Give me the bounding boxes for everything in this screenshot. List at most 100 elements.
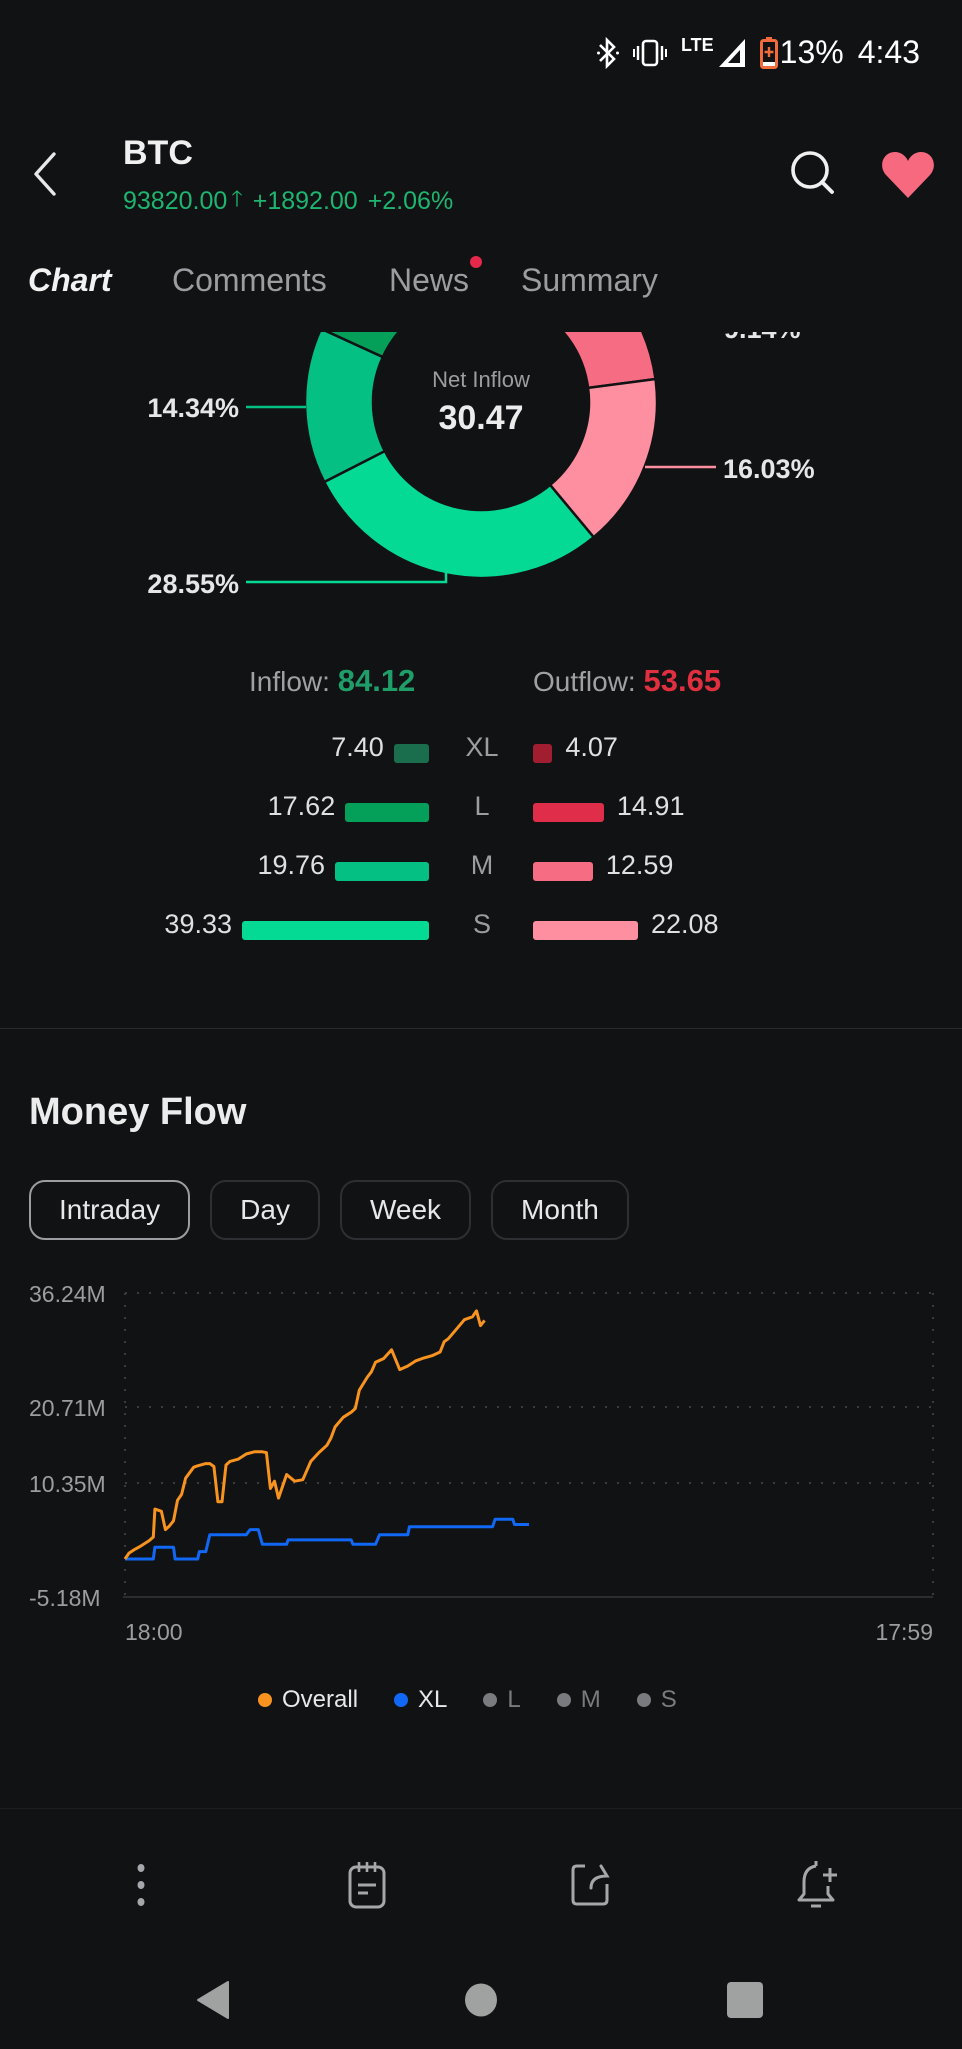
chart-legend: Overall XL L M S: [258, 1686, 713, 1714]
legend-l[interactable]: L: [483, 1686, 521, 1714]
tab-news[interactable]: News: [389, 256, 483, 299]
money-flow-chart: 36.24M 20.71M 10.35M -5.18M 18:00 17:59: [0, 1270, 962, 1650]
legend-label: Overall: [282, 1686, 359, 1713]
outflow-value: 53.65: [643, 663, 722, 698]
favorite-button[interactable]: [880, 150, 936, 200]
x-tick-label: 17:59: [875, 1619, 933, 1645]
size-row-m: 19.76 M 12.59: [0, 850, 962, 890]
donut-label-outflow-s: 16.03%: [723, 454, 815, 484]
outflow-total: Outflow: 53.65: [533, 663, 721, 699]
chevron-left-icon: [34, 152, 56, 196]
price-change: +1892.00: [252, 186, 358, 215]
outflow-bar: [533, 862, 593, 881]
more-button[interactable]: [111, 1850, 171, 1920]
outflow-bar: [533, 803, 604, 822]
period-day[interactable]: Day: [210, 1180, 320, 1240]
battery-charging-icon: [759, 36, 778, 69]
period-month[interactable]: Month: [491, 1180, 629, 1240]
header: BTC 93820.00 🡑 +1892.00 +2.06%: [0, 128, 962, 228]
outflow-value: 12.59: [605, 850, 674, 880]
more-icon: [137, 1864, 145, 1906]
tab-chart[interactable]: Chart: [28, 262, 112, 310]
search-button[interactable]: [788, 148, 838, 198]
size-category: S: [472, 909, 491, 939]
legend-dot: [483, 1693, 498, 1707]
news-badge-dot: [470, 256, 483, 268]
clock: 4:43: [857, 34, 920, 70]
money-flow-plot: 36.24M 20.71M 10.35M -5.18M 18:00 17:59: [29, 1281, 934, 1645]
size-row-l: 17.62 L 14.91: [0, 791, 962, 831]
signal-icon: [718, 38, 745, 67]
legend-label: S: [660, 1686, 677, 1713]
tab-label: Comments: [172, 262, 327, 298]
legend-xl[interactable]: XL: [394, 1686, 447, 1714]
tab-comments[interactable]: Comments: [172, 262, 327, 299]
action-bar: [0, 1840, 962, 1940]
series-line-xl: [125, 1517, 529, 1561]
size-row-xl: 7.40 XL 4.07: [0, 732, 962, 772]
inflow-bar: [242, 921, 429, 940]
period-week[interactable]: Week: [339, 1180, 472, 1240]
legend-label: M: [580, 1686, 601, 1713]
donut-slice-outflow-m: [561, 332, 657, 390]
share-button[interactable]: [562, 1850, 622, 1920]
action-bar-divider: [0, 1808, 962, 1809]
share-icon: [571, 1864, 610, 1906]
bluetooth-icon: [597, 36, 619, 69]
y-tick-label: 10.35M: [29, 1471, 106, 1497]
lte-indicator: LTE: [681, 35, 714, 55]
ticker-symbol: BTC: [123, 134, 193, 172]
outflow-bar: [533, 744, 553, 763]
leader-line-inflow-s: [246, 572, 448, 584]
legend-label: L: [507, 1686, 521, 1713]
price-change-percent: +2.06%: [367, 186, 454, 215]
tab-label: Chart: [28, 262, 112, 298]
donut-label-inflow-m: 14.34%: [147, 393, 239, 423]
outflow-bar: [533, 921, 638, 940]
system-nav-bar: [0, 1950, 962, 2049]
legend-m[interactable]: M: [556, 1686, 601, 1714]
y-tick-label: 20.71M: [29, 1395, 106, 1421]
nav-back-icon[interactable]: [196, 1980, 230, 2020]
vibrate-icon: [633, 39, 667, 66]
legend-dot: [394, 1693, 409, 1707]
tab-bar: Chart Comments News Summary: [0, 256, 962, 322]
donut-slice-inflow-s: [322, 449, 596, 580]
last-price: 93820.00: [123, 186, 228, 215]
notes-button[interactable]: [337, 1850, 397, 1920]
legend-dot: [258, 1693, 272, 1707]
donut-label-inflow-s: 28.55%: [147, 569, 239, 599]
search-icon: [791, 151, 834, 194]
flow-summary: Inflow: 84.12 Outflow: 53.65: [0, 663, 962, 707]
series-line-overall: [123, 1309, 486, 1560]
tab-summary[interactable]: Summary: [521, 262, 658, 299]
inflow-total: Inflow: 84.12: [249, 663, 415, 699]
heart-icon: [882, 152, 934, 198]
donut-chart: 9.14% 14.34% 16.03% 28.55% Net Inflow 30.47: [147, 332, 815, 599]
active-tab-indicator: [28, 300, 112, 310]
net-inflow-value: 30.47: [438, 399, 523, 437]
inflow-label: Inflow:: [249, 666, 330, 697]
back-button[interactable]: [28, 148, 64, 200]
inflow-value: 7.40: [331, 732, 384, 762]
x-tick-label: 18:00: [125, 1619, 183, 1645]
inflow-value: 39.33: [164, 909, 232, 939]
legend-s[interactable]: S: [636, 1686, 677, 1714]
add-alert-icon: [797, 1861, 837, 1908]
section-divider: [0, 1028, 962, 1029]
size-category: XL: [465, 732, 499, 762]
size-row-s: 39.33 S 22.08: [0, 909, 962, 949]
nav-recents-icon[interactable]: [725, 1980, 765, 2020]
outflow-value: 22.08: [650, 909, 719, 939]
legend-overall[interactable]: Overall: [258, 1686, 358, 1714]
period-intraday[interactable]: Intraday: [29, 1180, 191, 1240]
tab-label: Summary: [521, 262, 658, 298]
net-inflow-label: Net Inflow: [432, 367, 530, 392]
legend-dot: [636, 1693, 651, 1707]
inflow-value: 17.62: [267, 791, 336, 821]
legend-label: XL: [418, 1686, 448, 1713]
outflow-value: 4.07: [565, 732, 618, 762]
add-alert-button[interactable]: [789, 1850, 849, 1920]
outflow-label: Outflow:: [533, 666, 636, 697]
nav-home-icon[interactable]: [464, 1980, 498, 2020]
